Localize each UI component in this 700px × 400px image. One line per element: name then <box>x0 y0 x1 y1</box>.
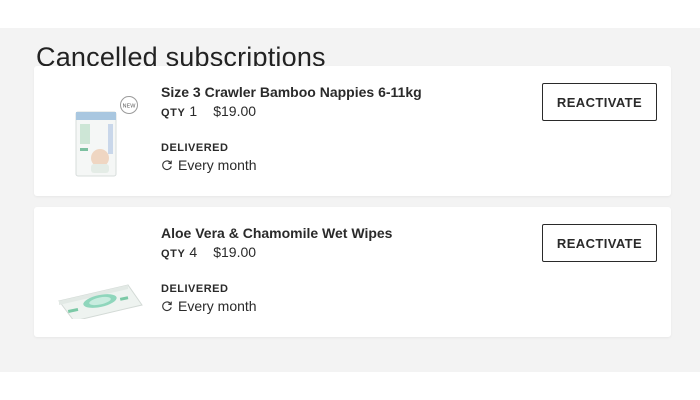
frequency-row: Every month <box>161 157 257 173</box>
reactivate-button[interactable]: REACTIVATE <box>542 224 657 262</box>
reactivate-button[interactable]: REACTIVATE <box>542 83 657 121</box>
frequency-text: Every month <box>178 298 257 314</box>
refresh-icon <box>162 301 172 312</box>
price: $19.00 <box>213 244 257 260</box>
quantity-price-row: QTY 4 $19.00 <box>161 244 256 260</box>
product-name: Size 3 Crawler Bamboo Nappies 6-11kg <box>161 84 422 100</box>
svg-text:NEW: NEW <box>122 104 136 110</box>
qty-label: QTY <box>161 248 186 260</box>
product-name: Aloe Vera & Chamomile Wet Wipes <box>161 225 393 241</box>
delivery-status: DELIVERED <box>161 142 229 154</box>
refresh-icon <box>162 160 172 171</box>
qty-value: 1 <box>189 103 198 119</box>
product-image-nappies: NEW <box>56 88 146 178</box>
quantity-price-row: QTY 1 $19.00 <box>161 103 256 119</box>
product-image-wet-wipes <box>56 229 146 322</box>
delivery-status: DELIVERED <box>161 283 229 295</box>
qty-label: QTY <box>161 107 186 119</box>
price: $19.00 <box>213 103 257 119</box>
subscription-card: NEW Size 3 Crawler Bamboo Nappies 6-11kg… <box>34 66 671 196</box>
frequency-text: Every month <box>178 157 257 173</box>
qty-value: 4 <box>189 244 198 260</box>
frequency-row: Every month <box>161 298 257 314</box>
subscription-card: Aloe Vera & Chamomile Wet Wipes QTY 4 $1… <box>34 207 671 337</box>
